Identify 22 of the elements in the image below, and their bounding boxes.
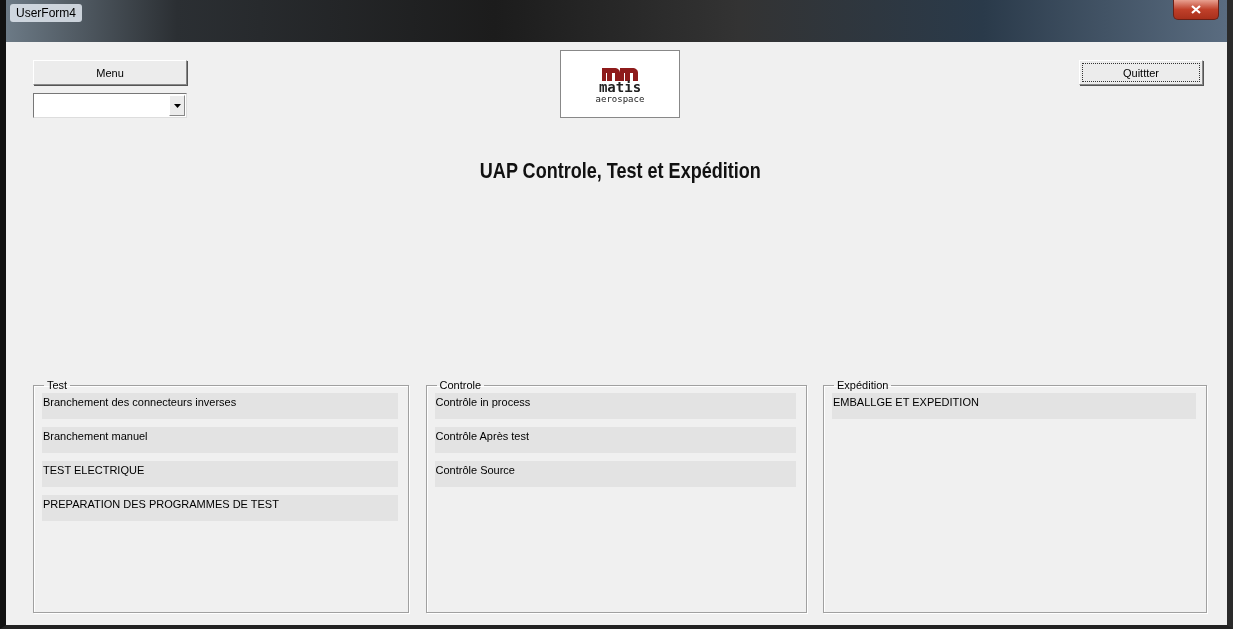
frame-title: Test [46, 379, 69, 391]
dropdown-button[interactable] [169, 95, 185, 116]
close-icon [1191, 5, 1201, 14]
list-entry[interactable]: Branchement des connecteurs inverses [42, 393, 398, 419]
list-entry[interactable]: PREPARATION DES PROGRAMMES DE TEST [42, 495, 398, 521]
caret-icon [173, 103, 181, 108]
list-entry[interactable]: Contrôle Après test [434, 427, 796, 453]
frame-title: Expédition [836, 379, 890, 391]
logo-tagline: aerospace [595, 93, 645, 104]
list-entry[interactable]: Contrôle Source [434, 461, 796, 487]
form-heading: UAP Controle, Test et Expédition [479, 158, 761, 184]
logo-name: matis [598, 80, 642, 94]
window-title: UserForm4 [10, 4, 82, 22]
close-button[interactable] [1173, 0, 1219, 20]
list-entry[interactable]: EMBALLGE ET EXPEDITION [832, 393, 1196, 419]
list-entry[interactable]: TEST ELECTRIQUE [42, 461, 398, 487]
frame-title: Controle [438, 379, 483, 391]
list-entry[interactable]: Contrôle in process [434, 393, 796, 419]
quit-button[interactable]: Quittter [1079, 60, 1203, 85]
menu-button[interactable]: Menu [33, 60, 187, 85]
menu-combo[interactable] [33, 93, 187, 118]
list-entry[interactable]: Branchement manuel [42, 427, 398, 453]
